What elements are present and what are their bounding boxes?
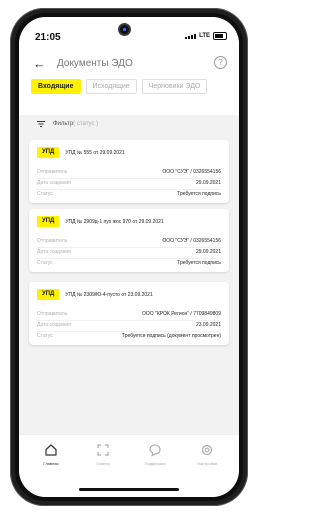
document-card[interactable]: УПД УПД № 2309/Ю-4-пусто от 23.09.2021 О… [29,282,229,345]
sender-label: Отправитель [37,311,68,317]
tab-outgoing[interactable]: Исходящие [85,79,137,94]
gear-icon [201,444,213,456]
filter-title: Фильтр [53,121,74,127]
status-value: Требуется подпись [177,191,221,197]
filter-bar[interactable]: Фильтр( статус ) [19,115,239,135]
tab-drafts[interactable]: Черновики ЭДО [141,79,208,94]
document-card[interactable]: УПД УПД № 555 от 29.09.2021 Отправитель … [29,140,229,203]
status-time: 21:05 [35,32,61,43]
chat-icon [149,444,161,457]
nav-scanner[interactable]: Сканер [83,443,123,466]
filter-hint: ( статус ) [73,121,99,127]
doc-title: УПД № 555 от 29.09.2021 [65,149,125,156]
doc-title: УПД № 2909д-1 пух жос 970 от 29.09.2021 [65,218,164,225]
created-value: 23.09.2021 [195,322,221,328]
help-icon[interactable]: ? [214,56,227,69]
battery-icon [213,32,227,40]
signal-icon [185,33,197,39]
filter-icon [37,121,45,127]
sender-value: ООО "КРОК Регион" / 7709849809 [142,311,221,317]
filter-label: Фильтр( статус ) [53,121,98,127]
tab-bar: Входящие Исходящие Черновики ЭДО [31,79,208,94]
created-value: 29.09.2021 [195,249,221,255]
sender-row: Отправитель ООО "СУЭ" / 0326554156 [37,169,221,178]
nav-settings[interactable]: Настройки [187,443,227,466]
scan-icon [97,444,109,456]
doc-type-badge: УПД [37,216,60,227]
created-label: Дата создания [37,249,71,255]
back-arrow-icon[interactable]: ← [33,56,46,71]
status-row: Статус Требуется подпись (документ просм… [37,333,221,342]
nav-home-label: Главная [43,461,59,466]
status-row: Статус Требуется подпись [37,260,221,269]
nav-support[interactable]: Поддержка [135,443,175,466]
home-indicator [79,488,179,491]
nav-home[interactable]: Главная [31,443,71,466]
sender-value: ООО "СУЭ" / 0326554156 [162,169,221,175]
app-screen: 21:05 LTE ← Документы ЭДО ? Входящие Исх… [19,17,239,497]
nav-support-label: Поддержка [144,461,166,466]
created-row: Дата создания 23.09.2021 [37,322,221,331]
document-card[interactable]: УПД УПД № 2909д-1 пух жос 970 от 29.09.2… [29,209,229,272]
status-value: Требуется подпись (документ просмотрен) [121,333,221,339]
home-icon [45,444,57,456]
created-label: Дата создания [37,180,71,186]
created-row: Дата создания 29.09.2021 [37,249,221,258]
status-label: Статус [37,260,53,266]
created-row: Дата создания 29.09.2021 [37,180,221,189]
doc-type-badge: УПД [37,289,60,300]
status-label: Статус [37,333,53,339]
nav-scanner-label: Сканер [96,461,110,466]
tab-incoming[interactable]: Входящие [31,79,81,94]
sender-label: Отправитель [37,238,68,244]
phone-bezel: 21:05 LTE ← Документы ЭДО ? Входящие Исх… [15,13,243,501]
status-bar: 21:05 LTE [19,17,239,51]
sender-value: ООО "СУЭ" / 0326554156 [162,238,221,244]
sender-label: Отправитель [37,169,68,175]
doc-type-badge: УПД [37,147,60,158]
created-value: 29.09.2021 [195,180,221,186]
sender-row: Отправитель ООО "КРОК Регион" / 77098498… [37,311,221,320]
sender-row: Отправитель ООО "СУЭ" / 0326554156 [37,238,221,247]
network-label: LTE [199,33,210,39]
status-row: Статус Требуется подпись [37,191,221,200]
status-label: Статус [37,191,53,197]
created-label: Дата создания [37,322,71,328]
app-header: ← Документы ЭДО ? Входящие Исходящие Чер… [19,51,239,115]
camera-icon [120,25,129,34]
status-value: Требуется подпись [177,260,221,266]
nav-settings-label: Настройки [197,461,217,466]
doc-title: УПД № 2309/Ю-4-пусто от 23.09.2021 [65,291,153,298]
phone-frame: 21:05 LTE ← Документы ЭДО ? Входящие Исх… [10,8,248,506]
bottom-navigation: Главная Сканер Поддержка Настройки [19,434,239,497]
system-icons: LTE [185,32,227,40]
page-title: Документы ЭДО [57,58,133,69]
